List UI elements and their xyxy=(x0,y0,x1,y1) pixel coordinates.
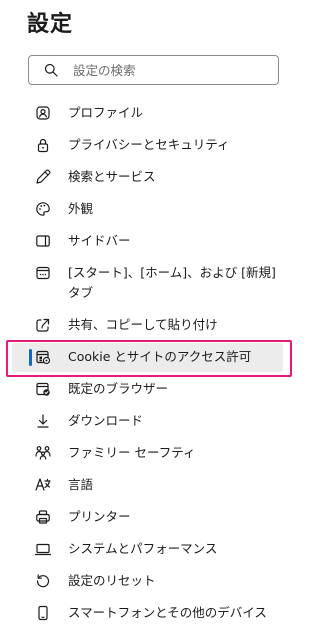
sidebar-icon xyxy=(34,232,52,250)
lock-icon xyxy=(34,136,52,154)
search-box[interactable] xyxy=(28,55,279,85)
nav-item-languages[interactable]: 言語 xyxy=(34,475,282,495)
nav-item-label: プライバシーとセキュリティ xyxy=(68,137,230,152)
printer-icon xyxy=(34,508,52,526)
nav-item-label: 既定のブラウザー xyxy=(68,381,169,396)
nav-item-label: プリンター xyxy=(68,509,131,524)
reset-icon xyxy=(34,572,52,590)
family-icon xyxy=(34,444,52,462)
phone-icon xyxy=(34,604,52,622)
nav-item-default-browser[interactable]: 既定のブラウザー xyxy=(34,379,282,399)
default-browser-icon xyxy=(34,380,52,398)
nav-item-system-performance[interactable]: システムとパフォーマンス xyxy=(34,539,282,559)
nav-item-privacy[interactable]: プライバシーとセキュリティ xyxy=(34,135,282,155)
new-tab-icon xyxy=(34,264,52,282)
nav-item-label: 設定のリセット xyxy=(68,573,156,588)
pen-icon xyxy=(34,168,52,186)
search-icon xyxy=(43,62,59,78)
nav-item-label: ダウンロード xyxy=(68,413,144,428)
nav-item-family-safety[interactable]: ファミリー セーフティ xyxy=(34,443,282,463)
nav-item-reset-settings[interactable]: 設定のリセット xyxy=(34,571,282,591)
nav-item-appearance[interactable]: 外観 xyxy=(34,199,282,219)
nav-item-phone-devices[interactable]: スマートフォンとその他のデバイス xyxy=(34,603,282,623)
language-icon xyxy=(34,476,52,494)
page-title: 設定 xyxy=(27,12,74,37)
laptop-icon xyxy=(34,540,52,558)
download-icon xyxy=(34,412,52,430)
nav-item-label: サイドバー xyxy=(68,233,131,248)
profile-icon xyxy=(34,104,52,122)
nav-item-label: 言語 xyxy=(68,477,94,492)
nav-item-search-services[interactable]: 検索とサービス xyxy=(34,167,282,187)
nav-item-label: ファミリー セーフティ xyxy=(68,445,196,460)
nav-item-label: 検索とサービス xyxy=(68,169,156,184)
nav-item-label: [スタート]、[ホーム]、および [新規] タブ xyxy=(68,265,276,300)
nav-item-start-home-newtab[interactable]: [スタート]、[ホーム]、および [新規] タブ xyxy=(34,263,282,303)
selection-highlight-outline xyxy=(6,340,292,377)
nav-item-share-copy-paste[interactable]: 共有、コピーして貼り付け xyxy=(34,315,282,335)
nav-item-printers[interactable]: プリンター xyxy=(34,507,282,527)
palette-icon xyxy=(34,200,52,218)
nav-item-sidebar[interactable]: サイドバー xyxy=(34,231,282,251)
search-input[interactable] xyxy=(73,62,263,78)
nav-item-downloads[interactable]: ダウンロード xyxy=(34,411,282,431)
nav-item-label: スマートフォンとその他のデバイス xyxy=(68,605,267,620)
nav-item-profile[interactable]: プロファイル xyxy=(34,103,282,123)
nav-item-label: 共有、コピーして貼り付け xyxy=(68,317,218,332)
nav-item-label: システムとパフォーマンス xyxy=(68,541,218,556)
nav-item-label: プロファイル xyxy=(68,105,144,120)
nav-item-label: 外観 xyxy=(68,201,94,216)
share-icon xyxy=(34,316,52,334)
